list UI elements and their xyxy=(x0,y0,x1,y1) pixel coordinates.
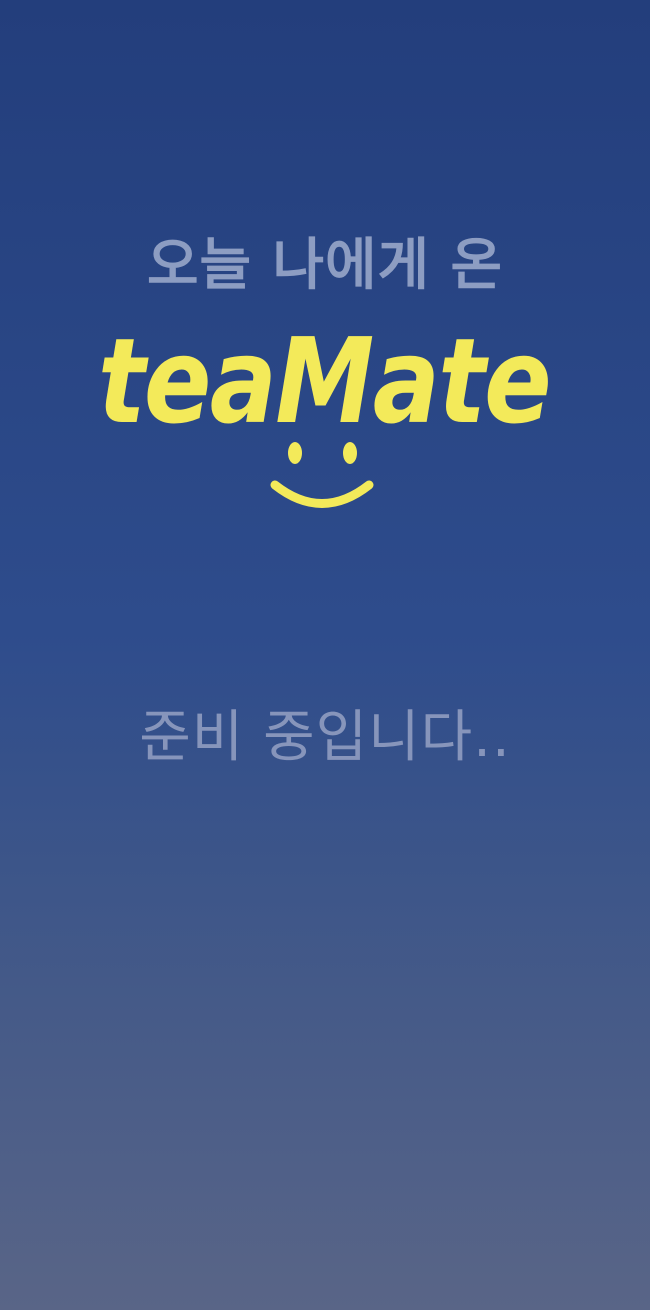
smiley-face-icon xyxy=(270,442,374,508)
loading-status-text: 준비 중입니다.. xyxy=(139,705,511,770)
logo-graphic: teaMate xyxy=(98,330,552,508)
teamate-logo: teaMate xyxy=(90,330,560,520)
logo-wordmark: teaMate xyxy=(98,330,550,450)
splash-screen: 오늘 나에게 온 teaMate 준비 중입니다.. xyxy=(0,0,650,1310)
tagline: 오늘 나에게 온 xyxy=(146,233,504,298)
